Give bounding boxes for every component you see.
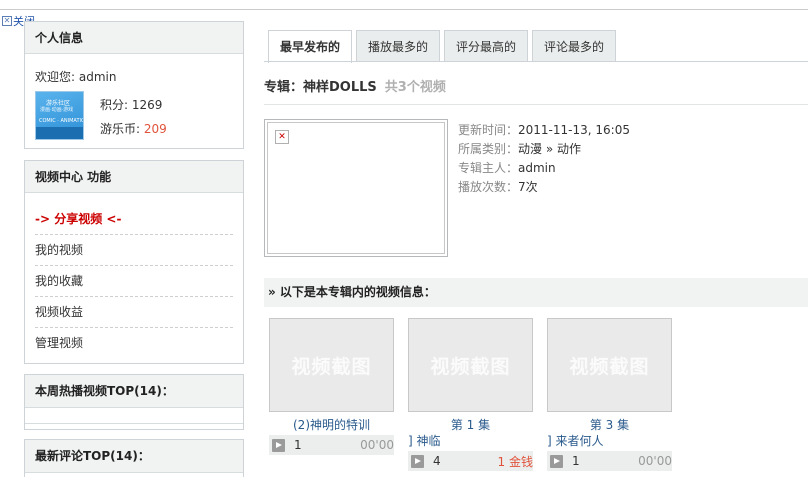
menu-item-my-favorites[interactable]: 我的收藏 bbox=[35, 266, 233, 297]
album-count: 共3个视频 bbox=[384, 80, 446, 95]
meta-category: 所属类别：动漫 » 动作 bbox=[458, 142, 581, 156]
video-duration: 00'00 bbox=[360, 438, 394, 452]
latest-comments-panel: 最新评论TOP(14)： bbox=[24, 439, 244, 477]
tabs-divider bbox=[264, 61, 808, 62]
top-border bbox=[0, 0, 808, 10]
coins-value: 209 bbox=[143, 122, 167, 136]
play-count-icon bbox=[550, 454, 563, 468]
video-title[interactable]: 第 3 集 bbox=[547, 417, 672, 433]
play-count-icon bbox=[272, 438, 285, 452]
video-info-row: 1 00'00 bbox=[269, 435, 394, 455]
tab-earliest[interactable]: 最早发布的 bbox=[268, 30, 353, 63]
video-thumbnail[interactable]: 视频截图 bbox=[408, 318, 533, 412]
video-center-title: 视频中心 功能 bbox=[25, 161, 243, 193]
menu-item-video-earnings[interactable]: 视频收益 bbox=[35, 297, 233, 328]
coins-stat: 游乐币: 209 bbox=[100, 120, 167, 137]
play-count: 4 bbox=[433, 454, 441, 468]
menu-item-manage-videos[interactable]: 管理视频 bbox=[35, 328, 233, 359]
latest-comments-title: 最新评论TOP(14)： bbox=[25, 440, 243, 473]
video-thumbnail[interactable]: 视频截图 bbox=[269, 318, 394, 412]
video-card: 视频截图 (2)神明的特训 1 00'00 bbox=[269, 318, 394, 455]
hot-videos-title: 本周热播视频TOP(14)： bbox=[25, 375, 243, 408]
coins-label: 游乐币: bbox=[100, 122, 141, 136]
tab-top-rated[interactable]: 评分最高的 bbox=[444, 30, 529, 62]
video-info-row: 1 00'00 bbox=[547, 451, 672, 471]
close-icon: ✕ bbox=[2, 16, 12, 26]
video-card: 视频截图 第 1 集 ] 神临 4 1 金钱 bbox=[408, 318, 533, 471]
video-duration: 00'00 bbox=[638, 454, 672, 468]
album-meta: 更新时间：2011-11-13, 16:05 所属类别：动漫 » 动作 专辑主人… bbox=[458, 121, 630, 197]
meta-plays: 播放次数：7次 bbox=[458, 180, 538, 194]
album-name: 专辑：神样DOLLS bbox=[264, 80, 377, 95]
tab-most-played[interactable]: 播放最多的 bbox=[356, 30, 441, 62]
meta-owner: 专辑主人：admin bbox=[458, 161, 556, 175]
sort-tabs: 最早发布的 播放最多的 评分最高的 评论最多的 bbox=[268, 30, 617, 63]
play-count: 1 bbox=[294, 438, 302, 452]
video-card: 视频截图 第 3 集 ] 来者何人 1 00'00 bbox=[547, 318, 672, 471]
welcome-text: 欢迎您: admin bbox=[35, 70, 117, 84]
video-title[interactable]: (2)神明的特训 bbox=[269, 417, 394, 433]
play-count-icon bbox=[411, 454, 424, 468]
album-cover[interactable]: ✕ bbox=[264, 119, 448, 257]
points-stat: 积分: 1269 bbox=[100, 98, 163, 112]
user-info-panel: 个人信息 欢迎您: admin 游乐社区 漫画·动画·游戏 COMIC · AN… bbox=[24, 21, 244, 149]
menu-item-my-videos[interactable]: 我的视频 bbox=[35, 235, 233, 266]
video-price: 1 金钱 bbox=[497, 454, 533, 469]
video-info-row: 4 1 金钱 bbox=[408, 451, 533, 471]
video-list-header: » 以下是本专辑内的视频信息： bbox=[264, 278, 808, 307]
video-title[interactable]: 第 1 集 bbox=[408, 417, 533, 433]
tab-most-commented[interactable]: 评论最多的 bbox=[532, 30, 617, 62]
broken-image-icon: ✕ bbox=[275, 130, 289, 144]
hot-videos-panel: 本周热播视频TOP(14)： bbox=[24, 374, 244, 430]
album-title: 专辑：神样DOLLS 共3个视频 bbox=[264, 76, 446, 95]
video-subtitle[interactable]: ] 神临 bbox=[408, 433, 533, 449]
play-count: 1 bbox=[572, 454, 580, 468]
title-divider bbox=[264, 104, 808, 105]
user-info-title: 个人信息 bbox=[25, 22, 243, 54]
avatar[interactable]: 游乐社区 漫画·动画·游戏 COMIC · ANIMATION bbox=[35, 91, 84, 140]
video-thumbnail[interactable]: 视频截图 bbox=[547, 318, 672, 412]
menu-item-share-video[interactable]: -> 分享视频 <- bbox=[35, 204, 233, 235]
meta-updated: 更新时间：2011-11-13, 16:05 bbox=[458, 123, 630, 137]
video-center-menu: -> 分享视频 <- 我的视频 我的收藏 视频收益 管理视频 bbox=[35, 204, 233, 359]
hot-videos-divider bbox=[25, 423, 243, 424]
video-center-panel: 视频中心 功能 -> 分享视频 <- 我的视频 我的收藏 视频收益 管理视频 bbox=[24, 160, 244, 364]
video-subtitle[interactable]: ] 来者何人 bbox=[547, 433, 672, 449]
